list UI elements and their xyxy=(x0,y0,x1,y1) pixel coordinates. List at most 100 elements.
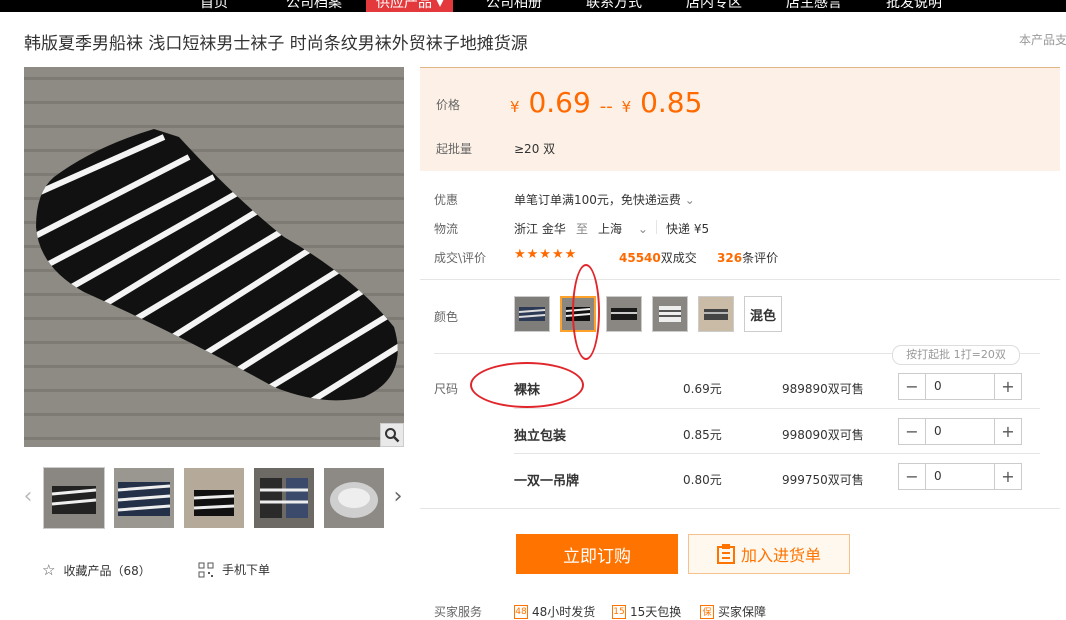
annotation-circle xyxy=(470,362,584,408)
min-order-label: 起批量 xyxy=(436,142,473,156)
magnifier-icon xyxy=(385,428,400,443)
sku-stock: 989890双可售 xyxy=(782,382,864,396)
shipping-fee: 快递 ¥5 xyxy=(666,222,710,236)
sku-stock: 998090双可售 xyxy=(782,428,864,442)
color-swatch[interactable] xyxy=(606,296,642,332)
add-to-cart-button[interactable]: 加入进货单 xyxy=(688,534,850,574)
logistics-to: 至 xyxy=(576,222,589,236)
delivery-48h-icon: 48 xyxy=(514,604,528,619)
plus-button[interactable]: + xyxy=(994,464,1021,489)
deals-suffix: 双成交 xyxy=(660,251,697,265)
promo-value[interactable]: 单笔订单满100元，免快递运费 ⌄ xyxy=(514,191,695,208)
product-title: 韩版夏季男船袜 浅口短袜男士袜子 时尚条纹男袜外贸袜子地摊货源 xyxy=(24,34,528,54)
gallery-thumb[interactable] xyxy=(114,468,174,528)
minus-button[interactable]: − xyxy=(899,419,926,444)
plus-button[interactable]: + xyxy=(994,374,1021,399)
gallery-thumb[interactable] xyxy=(324,468,384,528)
pack-note: 按打起批 1打=20双 xyxy=(892,345,1020,365)
gallery-thumb[interactable] xyxy=(254,468,314,528)
nav-item-wholesale[interactable]: 批发说明 xyxy=(886,0,942,12)
star-outline-icon: ☆ xyxy=(42,561,56,579)
quantity-stepper: − 0 + xyxy=(898,463,1022,490)
price-label: 价格 xyxy=(436,98,461,112)
zoom-button[interactable] xyxy=(380,423,404,447)
color-swatch[interactable] xyxy=(652,296,688,332)
mobile-order-label: 手机下单 xyxy=(222,563,271,577)
logistics-label: 物流 xyxy=(434,222,459,236)
quantity-stepper: − 0 + xyxy=(898,373,1022,400)
price-separator: -- xyxy=(599,96,613,117)
service-label: 买家保障 xyxy=(718,605,767,619)
nav-item-home[interactable]: 首页 xyxy=(200,0,228,12)
quantity-input[interactable]: 0 xyxy=(926,419,994,444)
price-range: ¥ 0.69 -- ¥ 0.85 xyxy=(510,86,702,119)
divider xyxy=(514,453,1040,454)
color-swatch[interactable] xyxy=(698,296,734,332)
quantity-input[interactable]: 0 xyxy=(926,374,994,399)
destination-text: 上海 xyxy=(598,222,623,236)
logistics-origin: 浙江 金华 xyxy=(514,222,566,236)
chevron-down-icon: ⌄ xyxy=(637,222,648,236)
favorite-action[interactable]: ☆ 收藏产品（68） xyxy=(42,561,151,579)
price-high: 0.85 xyxy=(640,86,703,119)
currency-symbol: ¥ xyxy=(621,98,632,116)
favorite-label: 收藏产品（68） xyxy=(63,563,151,578)
minus-button[interactable]: − xyxy=(899,374,926,399)
services-label: 买家服务 xyxy=(434,605,483,619)
color-swatch-mixed[interactable]: 混色 xyxy=(744,296,782,332)
plus-button[interactable]: + xyxy=(994,419,1021,444)
nav-item-products[interactable]: 供应产品 ▾ xyxy=(366,0,454,12)
nav-item-contact[interactable]: 联系方式 xyxy=(586,0,642,12)
sku-name: 一双一吊牌 xyxy=(514,474,580,489)
reviews-count[interactable]: 326条评价 xyxy=(717,249,778,266)
top-nav: 首页 公司档案 供应产品 ▾ 公司相册 联系方式 店内专区 店主感言 批发说明 xyxy=(0,0,1066,12)
gallery-thumb[interactable] xyxy=(184,468,244,528)
annotation-circle xyxy=(572,264,600,360)
size-label: 尺码 xyxy=(434,382,459,396)
nav-item-album[interactable]: 公司相册 xyxy=(486,0,542,12)
service-label: 48小时发货 xyxy=(532,605,596,619)
chevron-left-icon[interactable]: ‹ xyxy=(22,484,34,510)
quantity-input[interactable]: 0 xyxy=(926,464,994,489)
minus-button[interactable]: − xyxy=(899,464,926,489)
mobile-order-action[interactable]: 手机下单 xyxy=(198,561,270,578)
chevron-down-icon: ⌄ xyxy=(684,193,695,207)
deals-number: 45540 xyxy=(619,251,661,265)
logistics-destination[interactable]: 上海 ⌄ xyxy=(598,220,648,237)
sku-stock: 999750双可售 xyxy=(782,473,864,487)
sku-price: 0.69元 xyxy=(683,382,722,396)
promo-text: 单笔订单满100元，免快递运费 xyxy=(514,193,681,207)
deals-count[interactable]: 45540双成交 xyxy=(619,249,697,266)
divider xyxy=(420,508,1060,509)
rating-stars: ★★★★★ xyxy=(514,247,578,262)
nav-item-zone[interactable]: 店内专区 xyxy=(686,0,742,12)
chevron-right-icon[interactable]: › xyxy=(392,484,404,510)
color-swatch[interactable] xyxy=(514,296,550,332)
deal-label: 成交\评价 xyxy=(434,251,487,265)
gallery-thumb[interactable] xyxy=(43,467,105,529)
exchange-15d-icon: 15 xyxy=(612,604,626,619)
color-label: 颜色 xyxy=(434,310,459,324)
price-low: 0.69 xyxy=(528,86,591,119)
service-item: 保 买家保障 xyxy=(700,603,766,620)
sku-name: 独立包装 xyxy=(514,429,567,444)
buy-now-button[interactable]: 立即订购 xyxy=(516,534,678,574)
min-order-value: ≥20 双 xyxy=(514,142,556,156)
guarantee-icon: 保 xyxy=(700,604,714,619)
service-label: 15天包换 xyxy=(630,605,682,619)
sku-price: 0.80元 xyxy=(683,473,722,487)
promo-label: 优惠 xyxy=(434,193,459,207)
divider xyxy=(420,279,1060,280)
nav-item-company[interactable]: 公司档案 xyxy=(286,0,342,12)
divider xyxy=(514,408,1040,409)
divider xyxy=(656,220,657,234)
sku-price: 0.85元 xyxy=(683,428,722,442)
more-link[interactable]: 本产品支 xyxy=(1019,31,1066,48)
reviews-suffix: 条评价 xyxy=(742,251,779,265)
service-item: 15 15天包换 xyxy=(612,603,681,620)
qr-code-icon xyxy=(198,562,214,577)
nav-item-message[interactable]: 店主感言 xyxy=(786,0,842,12)
currency-symbol: ¥ xyxy=(510,98,520,116)
main-product-image xyxy=(24,67,404,447)
service-item: 48 48小时发货 xyxy=(514,603,595,620)
